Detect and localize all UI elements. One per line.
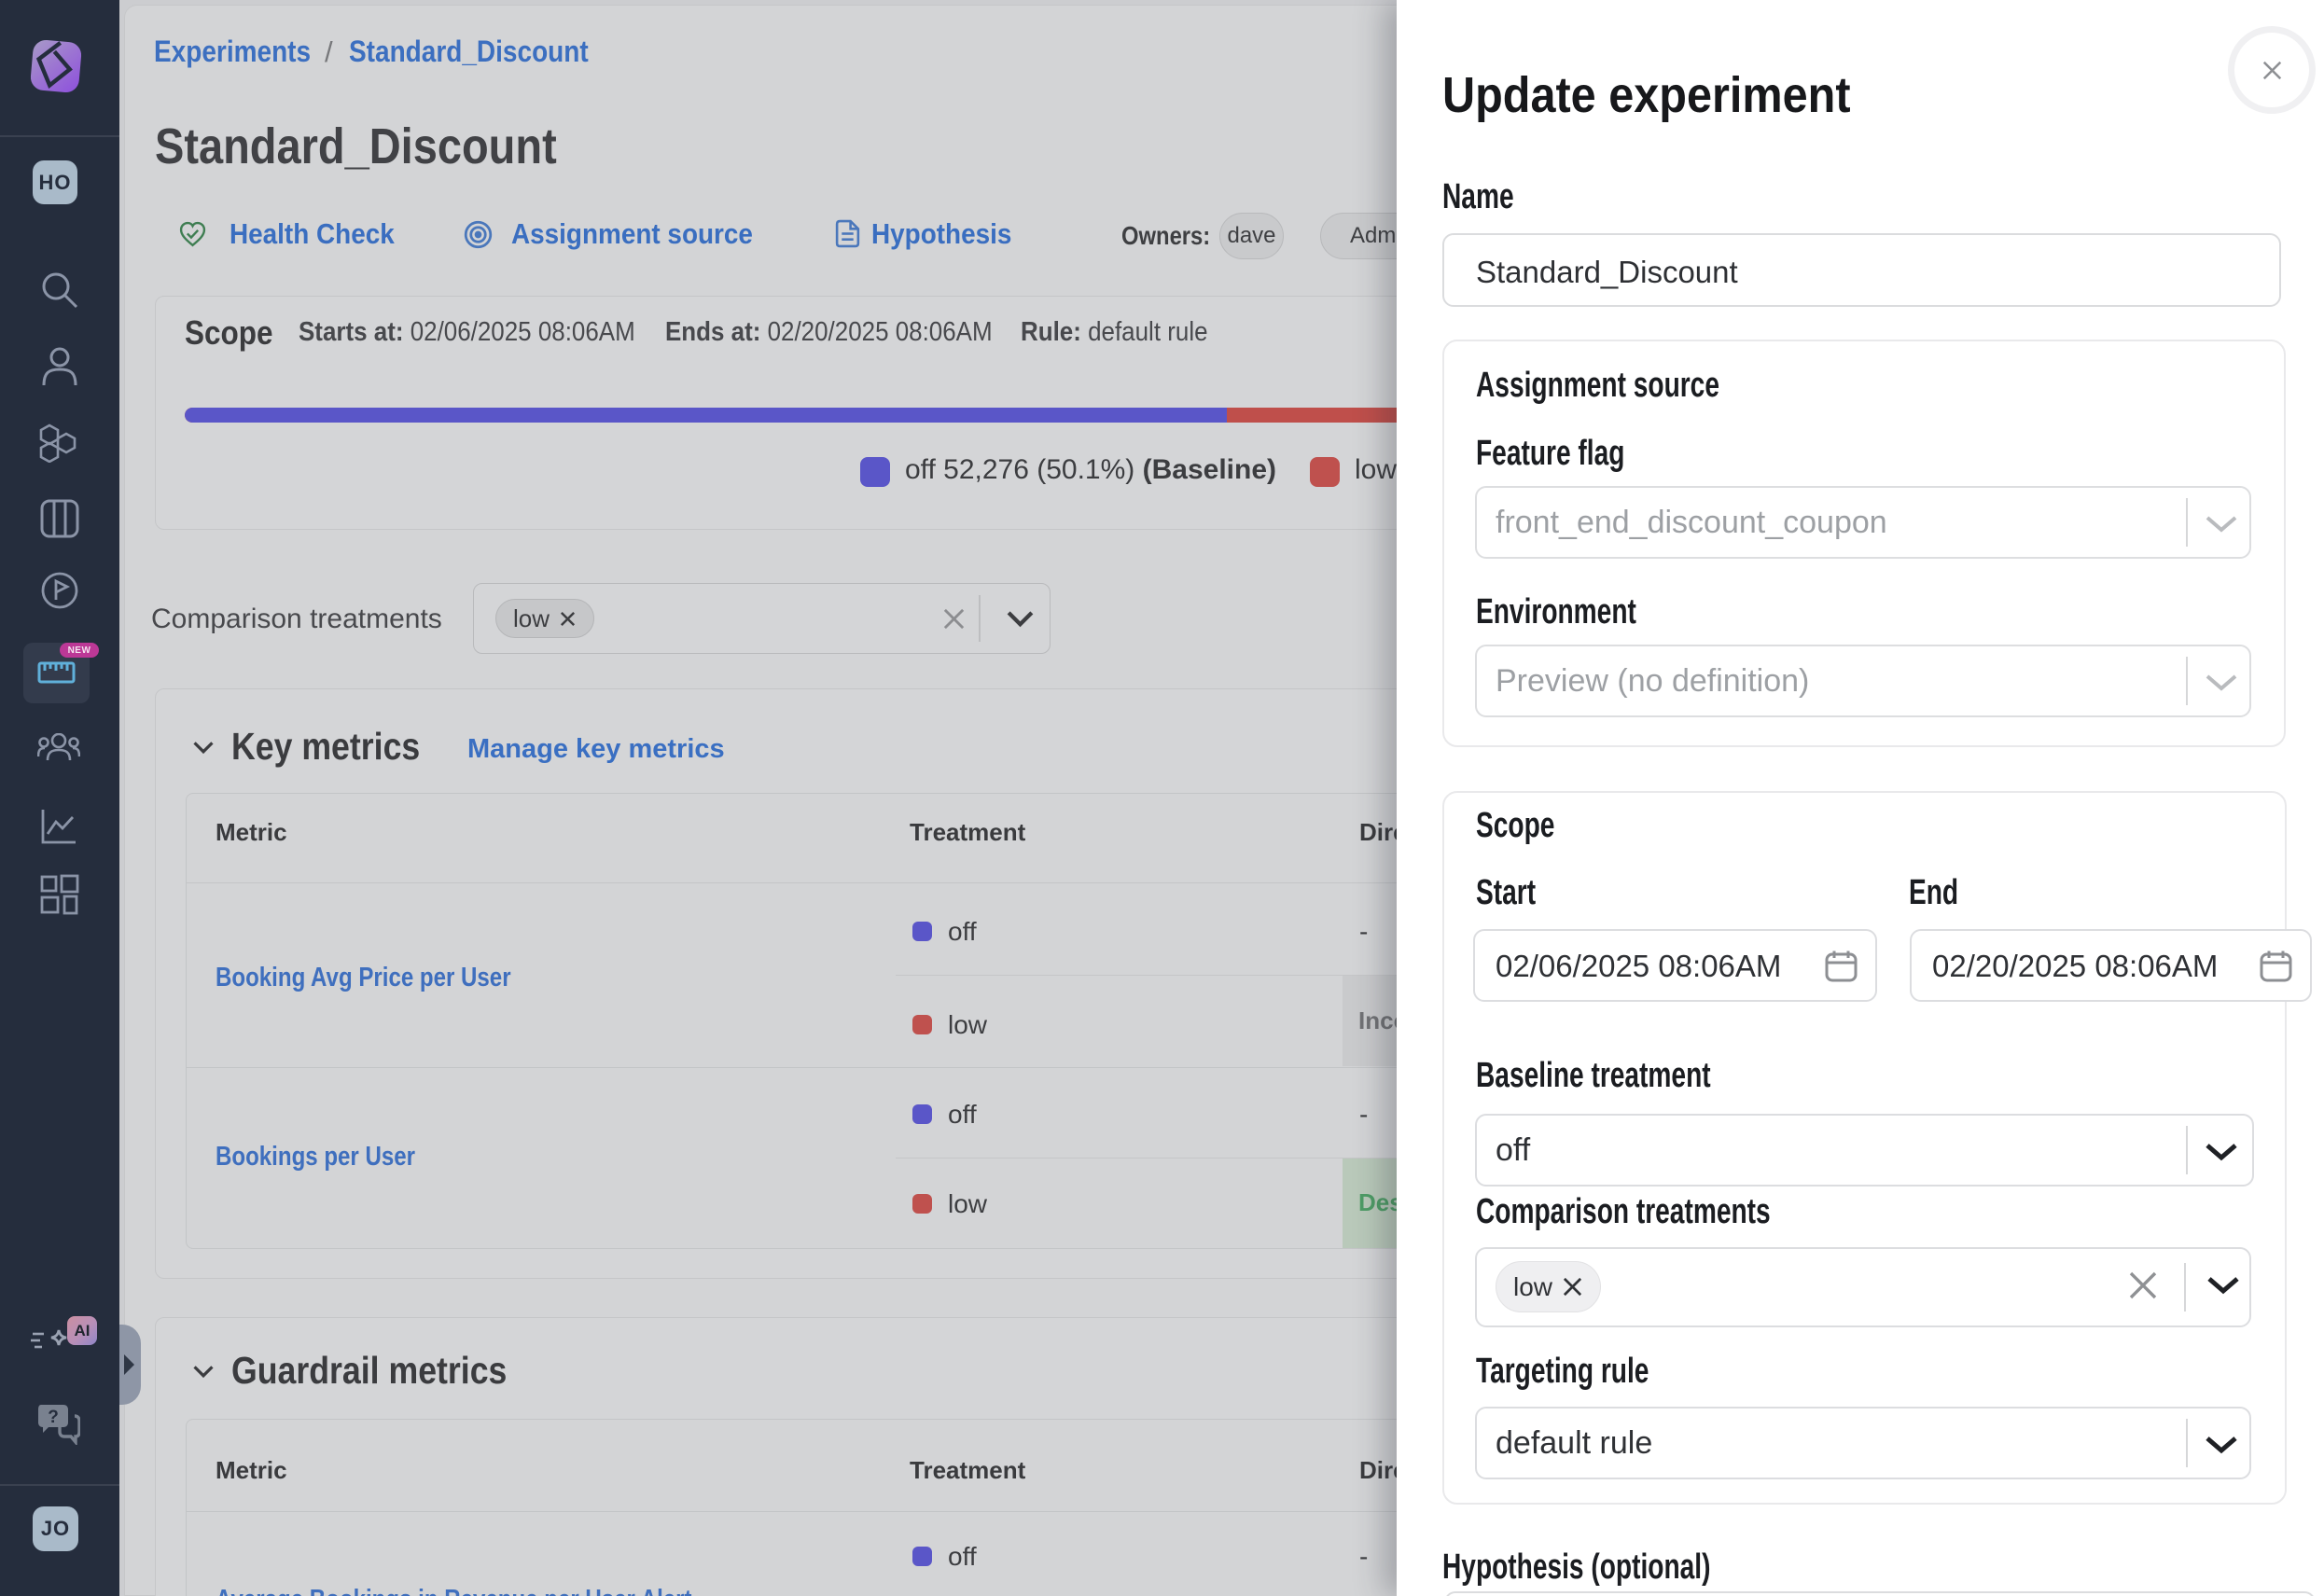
svg-text:?: ? [48, 1408, 59, 1427]
